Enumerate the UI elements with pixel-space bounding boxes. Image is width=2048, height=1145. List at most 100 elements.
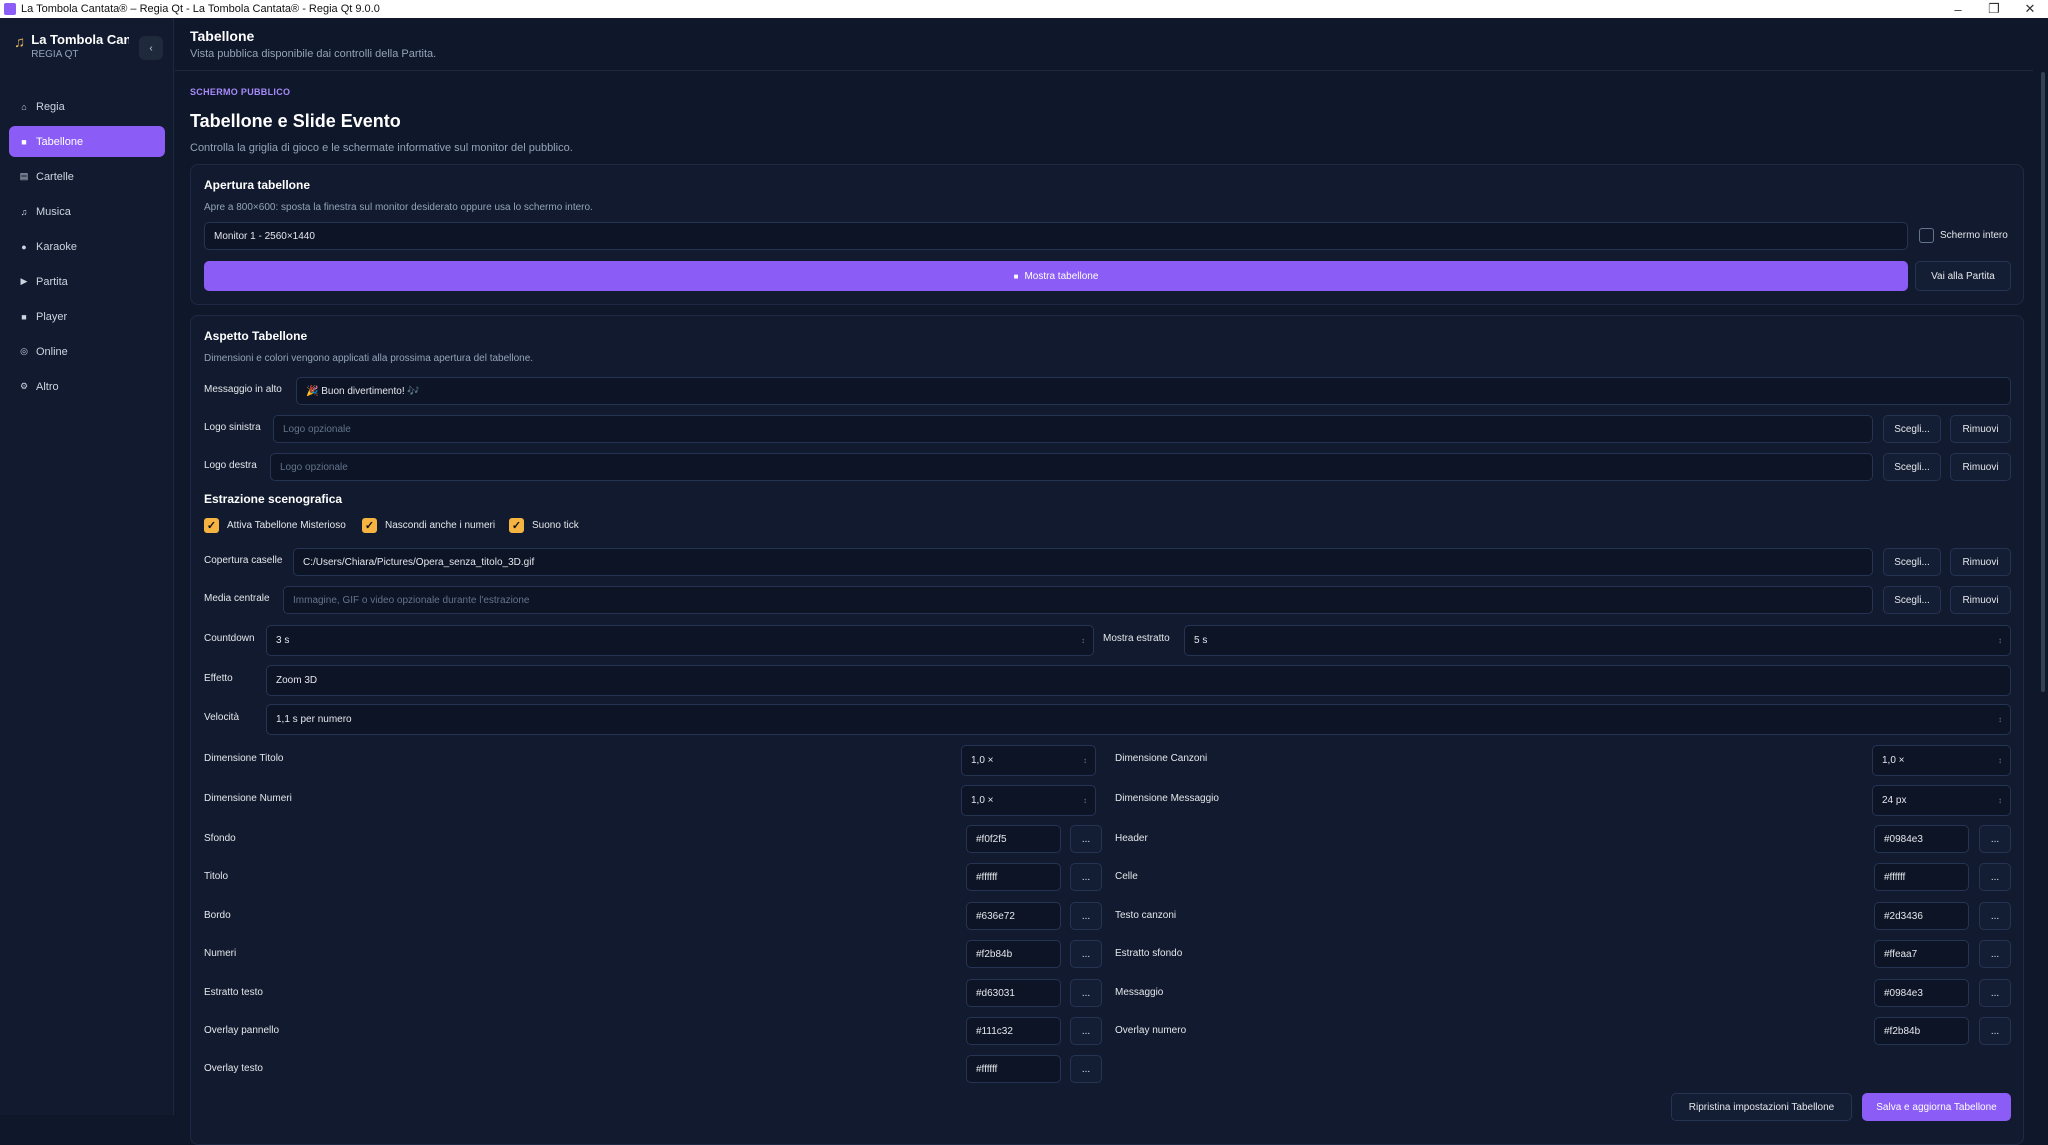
- sidebar-item-musica[interactable]: ♫ Musica: [9, 196, 165, 227]
- copertura-choose-button[interactable]: Scegli...: [1883, 548, 1941, 576]
- go-to-match-button[interactable]: Vai alla Partita: [1915, 261, 2011, 291]
- colore-estratto-testo-picker-button[interactable]: ...: [1070, 979, 1102, 1007]
- logo-destra-placeholder: Logo opzionale: [280, 461, 348, 473]
- colore-celle-input[interactable]: #ffffff: [1874, 863, 1969, 891]
- maximize-icon[interactable]: ❐: [1976, 1, 2012, 17]
- colore-estratto-sfondo-picker-button[interactable]: ...: [1979, 940, 2011, 968]
- dim-numeri-label: Dimensione Numeri: [204, 793, 292, 804]
- effetto-select[interactable]: Zoom 3D: [266, 665, 2011, 696]
- colore-estratto-sfondo-input[interactable]: #ffeaa7: [1874, 940, 1969, 968]
- media-input[interactable]: Immagine, GIF o video opzionale durante …: [283, 586, 1873, 614]
- media-choose-button[interactable]: Scegli...: [1883, 586, 1941, 614]
- color-value: #d63031: [976, 987, 1015, 999]
- mistero-checkbox[interactable]: ✓: [204, 518, 219, 533]
- monitor-select[interactable]: Monitor 1 - 2560×1440: [204, 222, 1908, 250]
- colore-titolo-input[interactable]: #ffffff: [966, 863, 1061, 891]
- dim-messaggio-spinbox[interactable]: 24 px ↕: [1872, 785, 2011, 816]
- page-title: Tabellone e Slide Evento: [190, 111, 401, 131]
- sidebar-collapse-button[interactable]: ‹: [139, 36, 163, 60]
- show-board-button[interactable]: ■ Mostra tabellone: [204, 261, 1908, 291]
- mistero-label: Attiva Tabellone Misterioso: [227, 520, 346, 531]
- dim-numeri-spinbox[interactable]: 1,0 × ↕: [961, 785, 1096, 816]
- velocita-spinbox[interactable]: 1,1 s per numero ↕: [266, 704, 2011, 735]
- spin-arrows-icon[interactable]: ↕: [1083, 786, 1091, 815]
- button-label: ...: [1081, 1025, 1091, 1037]
- spin-arrows-icon[interactable]: ↕: [1083, 746, 1091, 775]
- colore-testo-canzoni-picker-button[interactable]: ...: [1979, 902, 2011, 930]
- fullscreen-checkbox[interactable]: [1919, 228, 1934, 243]
- mostra-estratto-spinbox[interactable]: 5 s ↕: [1184, 625, 2011, 656]
- sidebar-item-label: Player: [36, 310, 68, 323]
- sidebar: ♫ La Tombola Cantata REGIA QT ‹ ⌂ Regia ■…: [0, 18, 174, 1115]
- colore-overlay-testo-picker-button[interactable]: ...: [1070, 1055, 1102, 1083]
- logo-destra-input[interactable]: Logo opzionale: [270, 453, 1873, 481]
- sidebar-item-label: Partita: [36, 275, 68, 288]
- colore-header-picker-button[interactable]: ...: [1979, 825, 2011, 853]
- countdown-spinbox[interactable]: 3 s ↕: [266, 625, 1094, 656]
- dim-canzoni-spinbox[interactable]: 1,0 × ↕: [1872, 745, 2011, 776]
- colore-estratto-testo-label: Estratto testo: [204, 987, 263, 998]
- sidebar-item-label: Cartelle: [36, 170, 74, 183]
- logo-sinistra-choose-button[interactable]: Scegli...: [1883, 415, 1941, 443]
- suono-tick-checkbox[interactable]: ✓: [509, 518, 524, 533]
- spin-arrows-icon[interactable]: ↕: [1998, 786, 2006, 815]
- colore-messaggio-input[interactable]: #0984e3: [1874, 979, 1969, 1007]
- reset-board-settings-button[interactable]: Ripristina impostazioni Tabellone: [1671, 1093, 1852, 1121]
- colore-numeri-input[interactable]: #f2b84b: [966, 940, 1061, 968]
- globe-icon: ◎: [20, 346, 28, 356]
- sidebar-item-online[interactable]: ◎ Online: [9, 336, 165, 367]
- logo-sinistra-input[interactable]: Logo opzionale: [273, 415, 1873, 443]
- sidebar-item-cartelle[interactable]: ▤ Cartelle: [9, 161, 165, 192]
- colore-overlay-numero-input[interactable]: #f2b84b: [1874, 1017, 1969, 1045]
- sidebar-item-karaoke[interactable]: ● Karaoke: [9, 231, 165, 262]
- vertical-scrollbar[interactable]: [2041, 72, 2045, 692]
- color-value: #111c32: [976, 1025, 1013, 1037]
- sidebar-item-tabellone[interactable]: ■ Tabellone: [9, 126, 165, 157]
- dim-messaggio-label: Dimensione Messaggio: [1115, 793, 1219, 804]
- minimize-icon[interactable]: –: [1940, 2, 1976, 17]
- nascondi-numeri-checkbox[interactable]: ✓: [362, 518, 377, 533]
- colore-overlay-pannello-input[interactable]: #111c32: [966, 1017, 1061, 1045]
- messaggio-input[interactable]: 🎉 Buon divertimento! 🎶: [296, 377, 2011, 405]
- spin-arrows-icon[interactable]: ↕: [1081, 626, 1089, 655]
- spin-arrows-icon[interactable]: ↕: [1998, 626, 2006, 655]
- logo-sinistra-placeholder: Logo opzionale: [283, 423, 351, 435]
- colore-sfondo-input[interactable]: #f0f2f5: [966, 825, 1061, 853]
- copertura-input[interactable]: C:/Users/Chiara/Pictures/Opera_senza_tit…: [293, 548, 1873, 576]
- colore-celle-picker-button[interactable]: ...: [1979, 863, 2011, 891]
- sidebar-item-regia[interactable]: ⌂ Regia: [9, 91, 165, 122]
- brand: ♫ La Tombola Cantata REGIA QT: [14, 32, 129, 60]
- logo-destra-remove-button[interactable]: Rimuovi: [1950, 453, 2011, 481]
- media-remove-button[interactable]: Rimuovi: [1950, 586, 2011, 614]
- spin-arrows-icon[interactable]: ↕: [1998, 705, 2006, 734]
- color-value: #ffffff: [976, 871, 998, 883]
- save-board-button[interactable]: Salva e aggiorna Tabellone: [1862, 1093, 2011, 1121]
- colore-bordo-picker-button[interactable]: ...: [1070, 902, 1102, 930]
- sidebar-item-player[interactable]: ■ Player: [9, 301, 165, 332]
- logo-sinistra-remove-button[interactable]: Rimuovi: [1950, 415, 2011, 443]
- sidebar-item-partita[interactable]: ▶ Partita: [9, 266, 165, 297]
- colore-header-input[interactable]: #0984e3: [1874, 825, 1969, 853]
- close-icon[interactable]: ✕: [2012, 1, 2048, 17]
- colore-estratto-testo-input[interactable]: #d63031: [966, 979, 1061, 1007]
- colore-header-label: Header: [1115, 833, 1148, 844]
- colore-overlay-pannello-picker-button[interactable]: ...: [1070, 1017, 1102, 1045]
- colore-messaggio-picker-button[interactable]: ...: [1979, 979, 2011, 1007]
- app-icon: [4, 3, 16, 15]
- page-header: Tabellone Vista pubblica disponibile dai…: [175, 18, 2033, 71]
- sidebar-item-altro[interactable]: ⚙ Altro: [9, 371, 165, 402]
- colore-overlay-numero-picker-button[interactable]: ...: [1979, 1017, 2011, 1045]
- velocita-label: Velocità: [204, 712, 240, 723]
- colore-numeri-picker-button[interactable]: ...: [1070, 940, 1102, 968]
- colore-sfondo-picker-button[interactable]: ...: [1070, 825, 1102, 853]
- colore-titolo-picker-button[interactable]: ...: [1070, 863, 1102, 891]
- dim-titolo-spinbox[interactable]: 1,0 × ↕: [961, 745, 1096, 776]
- colore-testo-canzoni-input[interactable]: #2d3436: [1874, 902, 1969, 930]
- colore-bordo-input[interactable]: #636e72: [966, 902, 1061, 930]
- colore-overlay-testo-input[interactable]: #ffffff: [966, 1055, 1061, 1083]
- apertura-title: Apertura tabellone: [204, 178, 311, 192]
- spin-arrows-icon[interactable]: ↕: [1998, 746, 2006, 775]
- logo-destra-choose-button[interactable]: Scegli...: [1883, 453, 1941, 481]
- button-label: ...: [1990, 833, 2000, 845]
- copertura-remove-button[interactable]: Rimuovi: [1950, 548, 2011, 576]
